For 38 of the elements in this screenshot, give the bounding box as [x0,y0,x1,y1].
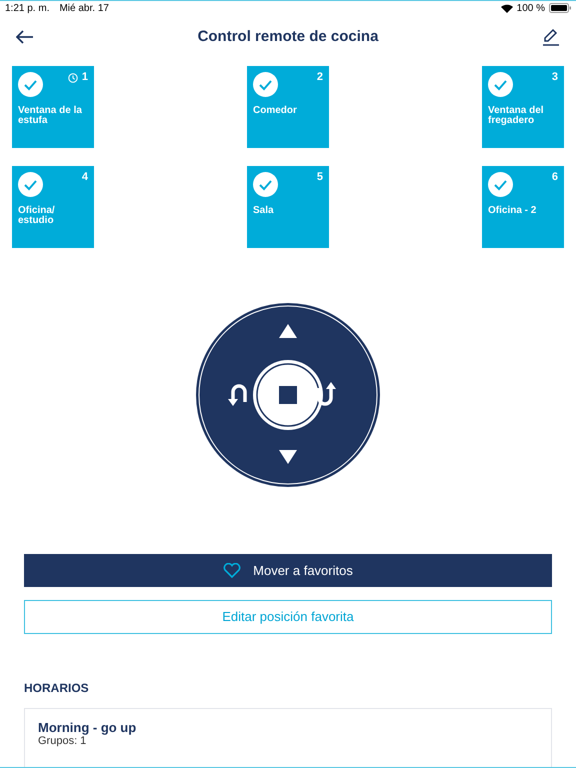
wifi-icon [500,4,513,13]
check-icon [18,172,43,197]
status-date: Mié abr. 17 [59,2,109,16]
section-heading: HORARIOS [24,680,90,697]
group-number: 1 [82,72,88,83]
group-number: 4 [82,172,88,183]
group-number: 6 [552,172,558,183]
page-title: Control remote de cocina [198,26,378,47]
group-name: Ventana del fregadero [488,106,545,126]
group-number: 3 [552,72,558,83]
group-tile[interactable]: 3 Ventana del fregadero [482,66,564,148]
group-number: 5 [316,172,323,183]
heart-icon [223,563,242,578]
status-time: 1:21 p. m. [5,2,50,16]
group-tile[interactable]: 2 Comedor [247,66,329,148]
group-tile[interactable]: 4 Oficina/ estudio [12,166,94,248]
battery-icon [549,3,571,14]
schedule-name: Morning - go up [38,721,138,735]
check-icon [488,72,513,97]
group-name: Ventana de la estufa [18,106,83,126]
group-name: Oficina - 2 [488,206,538,216]
group-name: Oficina/ estudio [18,206,56,226]
check-icon [253,72,278,97]
group-name: Comedor [253,106,298,116]
favorite-button[interactable]: Mover a favoritos [24,554,552,587]
group-tile[interactable]: 6 Oficina - 2 [482,166,564,248]
battery-level: 100 % [516,2,545,16]
edit-favorite-button[interactable]: Editar posición favorita [24,600,552,634]
check-icon [253,172,278,197]
group-name: Sala [253,206,275,216]
check-icon [488,172,513,197]
back-button[interactable] [14,28,36,46]
schedule-groups: Grupos: 1 [38,735,538,747]
group-number: 2 [316,72,323,83]
group-tile[interactable]: 1 Ventana de la estufa [12,66,94,148]
direction-pad[interactable] [195,302,381,488]
check-icon [18,72,43,97]
group-tile[interactable]: 5 Sala [247,166,329,248]
